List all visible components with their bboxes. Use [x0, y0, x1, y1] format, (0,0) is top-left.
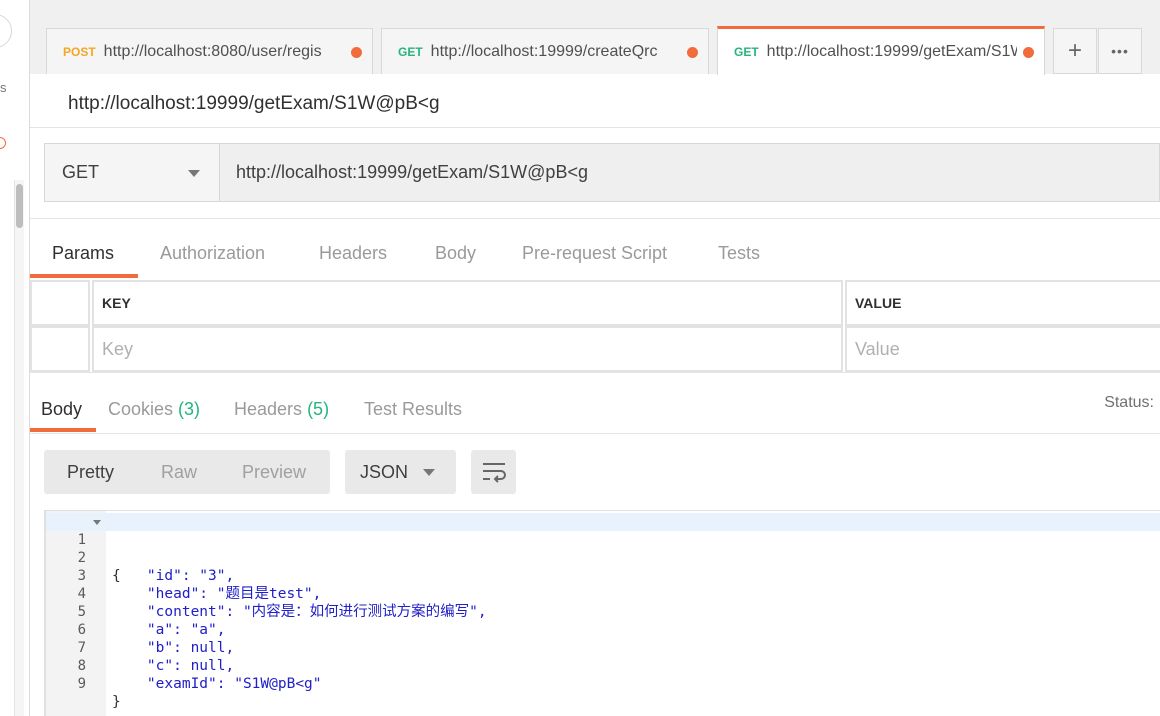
params-key-header-label: KEY [102, 295, 131, 311]
wrap-lines-icon [483, 463, 506, 483]
code-line: 8 "examId": "S1W@pB<g" [46, 639, 1160, 692]
chevron-down-icon [188, 170, 200, 177]
response-tab-body[interactable]: Body [41, 384, 82, 434]
status-label: Status: [1104, 394, 1154, 411]
sidebar-avatar-icon[interactable] [0, 14, 12, 48]
request-tab-get-getexam[interactable]: GET http://localhost:19999/getExam/S1W@p… [717, 26, 1045, 75]
tab-headers[interactable]: Headers [319, 228, 387, 278]
tab-url: http://localhost:19999/getExam/S1W@pB<g [766, 43, 1017, 60]
params-table: KEY VALUE [30, 280, 1160, 372]
response-tab-cookies[interactable]: Cookies (3) [108, 384, 200, 434]
tab-tests[interactable]: Tests [718, 228, 760, 278]
request-tab-post-register[interactable]: POST http://localhost:8080/user/regis [46, 28, 373, 74]
params-value-input[interactable] [855, 338, 1160, 360]
ellipsis-icon: ••• [1111, 43, 1129, 59]
view-mode-pretty[interactable]: Pretty [67, 462, 114, 483]
sidebar-strip: s [0, 0, 30, 716]
sidebar-scrollbar-thumb[interactable] [16, 184, 23, 228]
divider [30, 433, 1160, 434]
code-line: 6 "b": null, [46, 603, 1160, 656]
postman-window: s POST http://localhost:8080/user/regis … [0, 0, 1160, 716]
params-key-input[interactable] [102, 338, 841, 360]
divider [30, 372, 1160, 373]
tab-pre-request-script[interactable]: Pre-request Script [522, 228, 667, 278]
code-text: } [112, 694, 121, 710]
format-select-value: JSON [360, 461, 409, 482]
tab-url: http://localhost:8080/user/regis [103, 42, 322, 60]
tab-url: http://localhost:19999/createQrc [430, 42, 658, 60]
plus-icon: + [1067, 37, 1082, 64]
tab-method: POST [63, 44, 96, 59]
fold-toggle-icon[interactable] [93, 520, 101, 525]
response-body-editor[interactable]: 1 { 2 "id": "3", 3 "head": "题目是test", 4 … [44, 510, 1160, 716]
tab-params[interactable]: Params [52, 228, 114, 278]
request-title[interactable]: http://localhost:19999/getExam/S1W@pB<g [68, 93, 440, 115]
response-tab-cookies-label: Cookies [108, 398, 174, 419]
method-select-value: GET [62, 162, 100, 182]
sidebar-scrollbar[interactable] [14, 180, 24, 716]
tab-authorization[interactable]: Authorization [160, 228, 265, 278]
active-tab-indicator [30, 274, 138, 278]
code-text: "examId": "S1W@pB<g" [112, 676, 322, 692]
divider [30, 127, 1160, 128]
sidebar-status-icon [0, 137, 6, 149]
active-tab-indicator [30, 428, 96, 432]
code-line: 9 } [46, 657, 1160, 710]
params-row-checkbox-cell [30, 326, 90, 372]
sidebar-glyph-icon: s [0, 80, 7, 95]
code-line: 5 "a": "a", [46, 585, 1160, 638]
tab-method: GET [734, 45, 759, 59]
code-line: 4 "content": "内容是：如何进行测试方案的编写", [46, 567, 1160, 620]
params-value-header: VALUE [845, 280, 1160, 326]
request-tab-bar: POST http://localhost:8080/user/regis GE… [30, 0, 1160, 75]
params-value-header-label: VALUE [855, 295, 902, 311]
headers-count-badge: (5) [307, 398, 330, 419]
divider [30, 218, 1160, 219]
response-tab-test-results[interactable]: Test Results [364, 384, 462, 434]
params-key-cell [92, 326, 843, 372]
code-line: 1 { [46, 513, 1160, 584]
method-select[interactable]: GET [45, 144, 220, 201]
unsaved-dot-icon [351, 46, 362, 58]
request-tab-get-createqrc[interactable]: GET http://localhost:19999/createQrc [381, 28, 709, 74]
code-line: 3 "head": "题目是test", [46, 549, 1160, 602]
unsaved-dot-icon [687, 46, 698, 58]
new-tab-button[interactable]: + [1053, 28, 1097, 74]
view-mode-preview[interactable]: Preview [242, 462, 306, 483]
tab-body[interactable]: Body [435, 228, 476, 278]
params-key-header: KEY [92, 280, 843, 326]
params-value-cell [845, 326, 1160, 372]
response-tab-headers-label: Headers [234, 398, 303, 419]
format-select[interactable]: JSON [345, 450, 456, 494]
unsaved-dot-icon [1023, 47, 1034, 58]
view-mode-segmented-control: Pretty Raw Preview [44, 450, 330, 494]
url-bar: GET [44, 143, 1160, 202]
chevron-down-icon [423, 469, 435, 476]
code-line: 7 "c": null, [46, 621, 1160, 674]
params-header-checkbox-cell [30, 280, 90, 326]
wrap-lines-button[interactable] [471, 450, 516, 494]
cookies-count-badge: (3) [178, 398, 201, 419]
line-number: 9 [77, 676, 86, 692]
more-tabs-button[interactable]: ••• [1098, 28, 1142, 74]
response-tab-headers[interactable]: Headers (5) [234, 384, 329, 434]
tab-method: GET [398, 44, 423, 59]
code-line: 2 "id": "3", [46, 531, 1160, 584]
view-mode-raw[interactable]: Raw [161, 462, 197, 483]
response-status: Status: 200 [1104, 394, 1154, 412]
url-input[interactable] [221, 144, 1159, 201]
